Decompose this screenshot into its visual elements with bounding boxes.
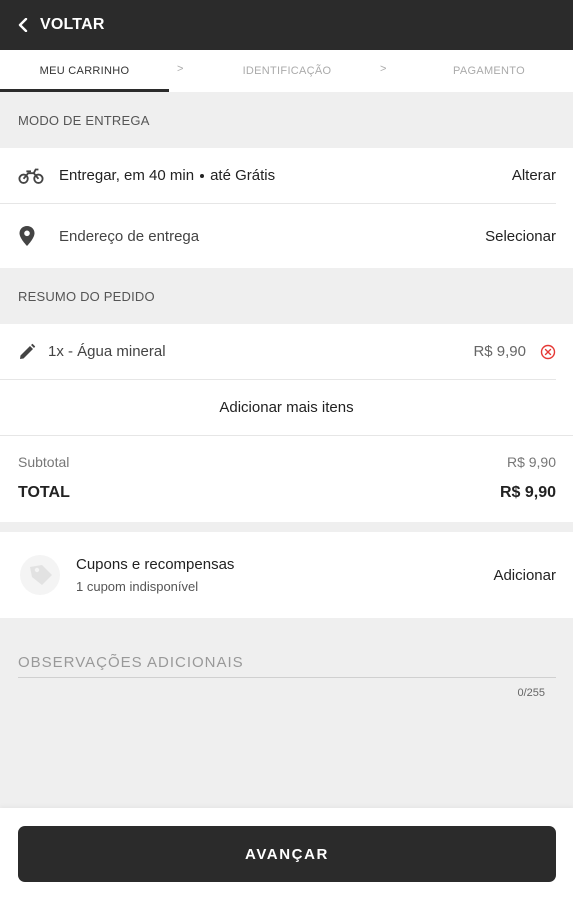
pencil-icon[interactable] <box>18 343 36 361</box>
checkout-steps: MEU CARRINHO > IDENTIFICAÇÃO > PAGAMENTO <box>0 50 573 92</box>
order-item-label: 1x - Água mineral <box>48 343 166 360</box>
delivery-card: Entregar, em 40 min até Grátis Alterar En… <box>0 148 573 268</box>
add-coupon-button[interactable]: Adicionar <box>493 567 556 584</box>
total-label: TOTAL <box>18 484 70 501</box>
delivery-mode-text: Entregar, em 40 min até Grátis <box>44 167 512 184</box>
next-button[interactable]: AVANÇAR <box>18 826 556 882</box>
location-pin-icon <box>18 225 44 247</box>
back-label: VOLTAR <box>40 16 105 33</box>
subtotal-value: R$ 9,90 <box>506 454 556 470</box>
change-delivery-button[interactable]: Alterar <box>512 167 556 184</box>
motorcycle-icon <box>18 167 44 185</box>
step-identification[interactable]: IDENTIFICAÇÃO <box>169 50 405 92</box>
step-cart[interactable]: MEU CARRINHO <box>0 50 169 92</box>
order-item-price: R$ 9,90 <box>473 343 526 360</box>
character-counter: 0/255 <box>517 687 545 699</box>
coupon-subtitle: 1 cupom indisponível <box>76 579 199 594</box>
coupon-tag-icon <box>18 553 62 597</box>
coupon-title: Cupons e recompensas <box>76 556 235 573</box>
delivery-mode-row[interactable]: Entregar, em 40 min até Grátis Alterar <box>0 148 556 204</box>
chevron-left-icon <box>18 18 28 32</box>
observations-input[interactable] <box>18 654 556 678</box>
total-row: TOTAL R$ 9,90 <box>18 484 556 502</box>
add-more-items-button[interactable]: Adicionar mais itens <box>0 380 573 436</box>
separator-dot <box>200 174 205 179</box>
remove-item-icon[interactable] <box>540 344 556 360</box>
subtotal-label: Subtotal <box>18 454 70 470</box>
bottom-bar: AVANÇAR <box>0 808 573 900</box>
delivery-address-label: Endereço de entrega <box>59 227 200 245</box>
select-address-button[interactable]: Selecionar <box>485 228 556 245</box>
subtotal-row: Subtotal R$ 9,90 <box>18 454 556 470</box>
summary-section-title: RESUMO DO PEDIDO <box>18 288 155 304</box>
delivery-address-row[interactable]: Endereço de entrega Selecionar <box>0 204 573 268</box>
step-separator: > <box>380 63 387 75</box>
delivery-mode-time: Entregar, em 40 min <box>59 167 195 184</box>
step-payment[interactable]: PAGAMENTO <box>405 50 573 92</box>
order-item-row[interactable]: 1x - Água mineral R$ 9,90 <box>0 324 556 380</box>
delivery-section-title: MODO DE ENTREGA <box>18 112 150 128</box>
coupon-text: Cupons e recompensas 1 cupom indisponíve… <box>62 556 493 594</box>
observations-section: 0/255 <box>0 618 573 699</box>
coupons-row[interactable]: Cupons e recompensas 1 cupom indisponíve… <box>0 532 573 618</box>
top-bar: VOLTAR <box>0 0 573 50</box>
total-value: R$ 9,90 <box>499 484 556 501</box>
delivery-mode-fee: até Grátis <box>210 167 276 184</box>
summary-card: 1x - Água mineral R$ 9,90 Adicionar mais… <box>0 324 573 522</box>
totals-block: Subtotal R$ 9,90 TOTAL R$ 9,90 <box>0 436 573 522</box>
back-button[interactable]: VOLTAR <box>16 16 105 34</box>
